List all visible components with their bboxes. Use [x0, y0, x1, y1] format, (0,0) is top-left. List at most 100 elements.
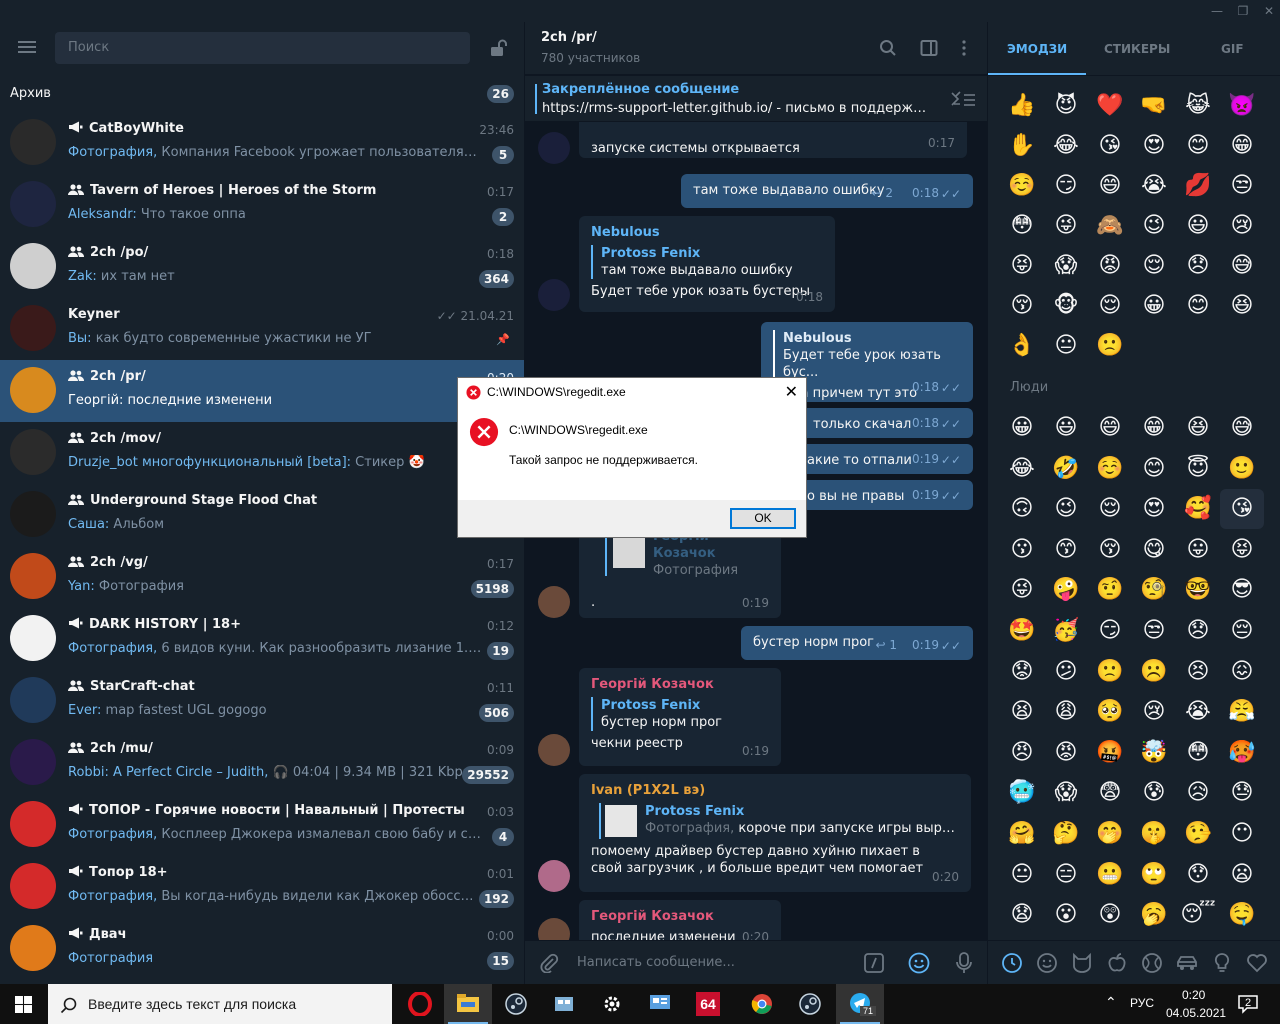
emoji[interactable]: 😃: [1044, 408, 1088, 448]
emoji[interactable]: 😱: [1044, 773, 1088, 813]
emoji[interactable]: 😇: [1176, 449, 1220, 489]
emoji[interactable]: 😞: [1176, 246, 1220, 286]
emoji[interactable]: 😘: [1220, 489, 1264, 530]
message-bubble[interactable]: Nebulous Protoss Fenix там тоже выдавало…: [579, 216, 835, 312]
emoji[interactable]: 😡: [1044, 733, 1088, 773]
emoji[interactable]: 🥱: [1132, 895, 1176, 935]
chat-row[interactable]: Tavern of Heroes | Heroes of the Storm 0:…: [0, 174, 524, 236]
emoji[interactable]: 🤩: [1000, 611, 1044, 651]
emoji[interactable]: 😂: [1044, 126, 1088, 166]
chat-row[interactable]: 2ch /pr/0:20Георгій: последние изменени: [0, 360, 524, 422]
emoji[interactable]: 🙃: [1000, 489, 1044, 529]
emoji[interactable]: 💋: [1176, 166, 1220, 206]
emoji[interactable]: 😆: [1176, 408, 1220, 448]
smile-icon[interactable]: [1035, 951, 1059, 975]
message-bubble[interactable]: Георгій Козачок Protoss Fenix бустер нор…: [579, 668, 781, 766]
emoji[interactable]: 👍: [1000, 86, 1044, 126]
emoji[interactable]: 🤪: [1044, 570, 1088, 610]
emoji[interactable]: 😔: [1220, 611, 1264, 651]
emoji[interactable]: 😭: [1132, 166, 1176, 206]
chat-header[interactable]: 2ch /pr/ 780 участников: [525, 22, 987, 74]
chat-row[interactable]: 2ch /po/0:18 Zak: их там нет 364: [0, 236, 524, 298]
maximize-button[interactable]: ❐: [1230, 2, 1256, 20]
reply-quote[interactable]: Nebulous Будет тебе урок юзать бус...: [773, 330, 961, 381]
emoji[interactable]: 😠: [1000, 733, 1044, 773]
emoji[interactable]: 🤨: [1088, 570, 1132, 610]
emoji[interactable]: 😋: [1132, 530, 1176, 570]
apple-icon[interactable]: [1105, 951, 1129, 975]
emoji[interactable]: 😦: [1220, 855, 1264, 895]
emoji[interactable]: 😓: [1220, 773, 1264, 813]
pinned-list-icon[interactable]: [950, 90, 976, 108]
clock-time[interactable]: 0:20: [1182, 988, 1205, 1002]
emoji[interactable]: 😚: [1000, 286, 1044, 326]
emoji[interactable]: 😞: [1176, 611, 1220, 651]
emoji[interactable]: 😐: [1044, 326, 1088, 366]
emoji[interactable]: 🤣: [1044, 449, 1088, 489]
emoji[interactable]: 😄: [1088, 408, 1132, 448]
emoji[interactable]: 🤫: [1132, 814, 1176, 854]
emoji[interactable]: 👌: [1000, 326, 1044, 366]
chat-row[interactable]: DARK HISTORY | 18+ 0:12 Фотография, 6 видо…: [0, 608, 524, 670]
tray-expand-icon[interactable]: ⌃: [1105, 994, 1117, 1011]
tab-stickers[interactable]: СТИКЕРЫ: [1104, 42, 1170, 56]
emoji[interactable]: 😁: [1220, 126, 1264, 166]
emoji[interactable]: 😶: [1220, 814, 1264, 854]
reply-quote[interactable]: Protoss Fenix бустер норм прог: [591, 697, 769, 731]
sidebar-toggle-icon[interactable]: [920, 39, 938, 57]
message-bubble[interactable]: там тоже выдавало ошибку ↩ 2 0:18 ✓✓: [681, 174, 973, 208]
emoji[interactable]: 😨: [1088, 773, 1132, 813]
emoji[interactable]: 😏: [1044, 166, 1088, 206]
emoji[interactable]: 😝: [1000, 246, 1044, 286]
emoji[interactable]: 🤭: [1088, 814, 1132, 854]
emoji[interactable]: 🙄: [1132, 855, 1176, 895]
emoji[interactable]: 🙂: [1220, 449, 1264, 489]
emoji[interactable]: 🤔: [1044, 814, 1088, 854]
clock-date[interactable]: 04.05.2021: [1166, 1006, 1226, 1020]
message-bubble[interactable]: бустер норм прог ↩ 1 0:19 ✓✓: [741, 626, 973, 660]
steam-icon[interactable]: [786, 984, 834, 1024]
emoji[interactable]: 😀: [1132, 286, 1176, 326]
avatar[interactable]: [538, 734, 570, 766]
steam-icon[interactable]: [492, 984, 540, 1024]
message-sender[interactable]: Ivan (P1X2L вэ): [591, 782, 959, 799]
emoji[interactable]: 😒: [1132, 611, 1176, 651]
ball-icon[interactable]: [1140, 951, 1164, 975]
emoji[interactable]: 😥: [1176, 773, 1220, 813]
message-input[interactable]: Написать сообщение...: [577, 955, 735, 970]
regedit-app-icon[interactable]: [540, 984, 588, 1024]
emoji[interactable]: 🥳: [1044, 611, 1088, 651]
emoji[interactable]: 😑: [1044, 855, 1088, 895]
emoji[interactable]: 😐: [1000, 855, 1044, 895]
emoji[interactable]: 😀: [1000, 408, 1044, 448]
emoji[interactable]: 😴: [1176, 895, 1220, 935]
emoji[interactable]: ☹️: [1132, 652, 1176, 692]
emoji[interactable]: 😤: [1220, 692, 1264, 732]
emoji[interactable]: 😘: [1088, 126, 1132, 166]
emoji[interactable]: 😡: [1088, 246, 1132, 286]
message-sender[interactable]: Nebulous: [591, 224, 823, 241]
chat-row[interactable]: Underground Stage Flood Chat Саша: Альбом: [0, 484, 524, 546]
emoji[interactable]: 😌: [1132, 246, 1176, 286]
emoji[interactable]: 🤤: [1220, 895, 1264, 935]
taskbar-search-input[interactable]: Введите здесь текст для поиска: [48, 984, 392, 1024]
emoji[interactable]: 😫: [1000, 692, 1044, 732]
chat-row[interactable]: 2ch /mu/0:09 Robbi: A Perfect Circle – Ju…: [0, 732, 524, 794]
chat-row[interactable]: Keyner ✓✓ 21.04.21 Вы: как будто современн…: [0, 298, 524, 360]
search-icon[interactable]: [879, 39, 897, 57]
ok-button[interactable]: OK: [730, 508, 796, 529]
archive-row[interactable]: Архив 26: [0, 74, 524, 112]
avatar[interactable]: [538, 918, 570, 940]
emoji[interactable]: 😳: [1176, 733, 1220, 773]
emoji[interactable]: 😌: [1088, 489, 1132, 529]
avatar[interactable]: [538, 132, 570, 164]
avatar[interactable]: [538, 860, 570, 892]
emoji[interactable]: ☺️: [1088, 449, 1132, 489]
emoji[interactable]: 😊: [1132, 449, 1176, 489]
commands-icon[interactable]: [864, 953, 884, 973]
emoji[interactable]: 😉: [1044, 489, 1088, 529]
emoji[interactable]: 😌: [1088, 286, 1132, 326]
message-bubble[interactable]: Георгій Козачок последние изменени 0:20: [579, 900, 781, 940]
emoji[interactable]: 🧐: [1132, 570, 1176, 610]
reply-quote[interactable]: Protoss Fenix Фотография, короче при зап…: [599, 803, 959, 839]
